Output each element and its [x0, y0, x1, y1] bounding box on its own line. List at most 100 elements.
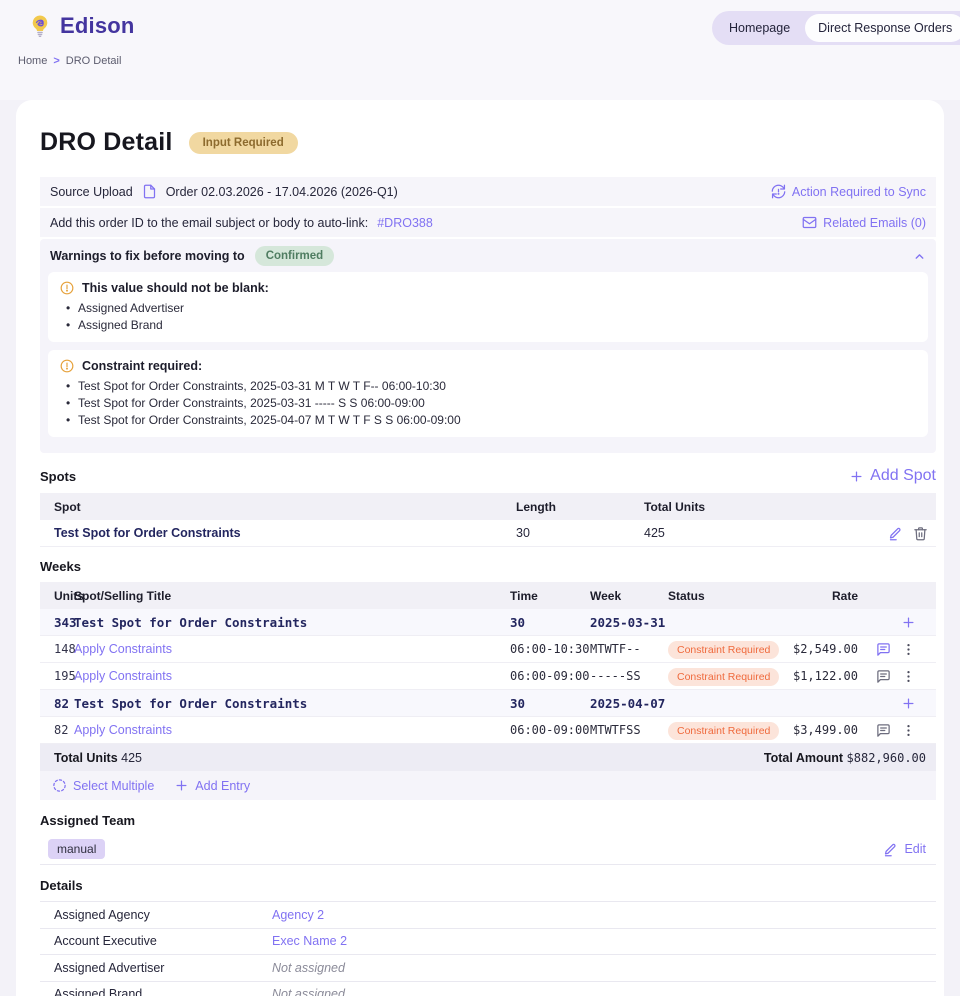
breadcrumb-home[interactable]: Home — [18, 55, 47, 67]
detail-label: Account Executive — [40, 934, 272, 948]
entry-rate: $1,122.00 — [786, 669, 858, 683]
warnings-panel: Warnings to fix before moving to Confirm… — [40, 239, 936, 453]
weeks-totals-row: Total Units 425 Total Amount $882,960.00 — [40, 744, 936, 771]
warning-title: Constraint required: — [82, 359, 202, 373]
kebab-menu-icon[interactable] — [901, 642, 916, 657]
col-spot: Spot — [40, 500, 516, 514]
kebab-menu-icon[interactable] — [901, 723, 916, 738]
apply-constraints-link[interactable]: Apply Constraints — [74, 642, 510, 656]
spot-length: 30 — [516, 526, 644, 540]
detail-row: Assigned Brand Not assigned — [40, 982, 936, 996]
col-week: Week — [590, 589, 668, 603]
dashed-circle-icon — [52, 778, 67, 793]
warning-item: Assigned Brand — [60, 317, 916, 334]
apply-constraints-link[interactable]: Apply Constraints — [74, 669, 510, 683]
warning-circle-icon — [60, 359, 74, 373]
weeks-table: Units Spot/Selling Title Time Week Statu… — [40, 582, 936, 800]
total-amount-value: $882,960.00 — [847, 751, 926, 765]
spot-total-units: 425 — [644, 526, 872, 540]
warnings-header-text: Warnings to fix before moving to — [50, 249, 245, 263]
comment-icon[interactable] — [876, 723, 891, 738]
kebab-menu-icon[interactable] — [901, 669, 916, 684]
sync-alert-icon — [771, 184, 786, 199]
comment-icon[interactable] — [876, 669, 891, 684]
total-amount-label: Total Amount — [764, 751, 843, 765]
detail-row: Assigned Agency Agency 2 — [40, 902, 936, 929]
apply-constraints-link[interactable]: Apply Constraints — [74, 723, 510, 737]
week-entry-row: 82 Apply Constraints 06:00-09:00 MTWTFSS… — [40, 717, 936, 744]
entry-time: 06:00-09:00 — [510, 669, 590, 683]
assigned-team-row: manual Edit — [40, 834, 936, 865]
col-total-units: Total Units — [644, 500, 872, 514]
col-time: Time — [510, 589, 590, 603]
main-nav: Homepage Direct Response Orders Re — [712, 11, 960, 45]
trash-icon[interactable] — [913, 526, 928, 541]
brand: Edison — [28, 13, 135, 39]
warning-title: This value should not be blank: — [82, 281, 269, 295]
auto-link-row: Add this order ID to the email subject o… — [40, 208, 936, 237]
weeks-table-header: Units Spot/Selling Title Time Week Statu… — [40, 582, 936, 609]
select-multiple-button[interactable]: Select Multiple — [52, 778, 154, 793]
col-status: Status — [668, 589, 786, 603]
assigned-team-section-title: Assigned Team — [40, 813, 135, 828]
spot-name-link[interactable]: Test Spot for Order Constraints — [40, 526, 516, 540]
col-length: Length — [516, 500, 644, 514]
week-group-row: 82 Test Spot for Order Constraints 30 20… — [40, 690, 936, 717]
constraint-required-badge: Constraint Required — [668, 668, 779, 686]
add-spot-button[interactable]: Add Spot — [849, 467, 936, 485]
add-entry-button[interactable]: Add Entry — [174, 778, 250, 793]
group-time: 30 — [510, 696, 590, 711]
group-week: 2025-04-07 — [590, 696, 668, 711]
entry-rate: $2,549.00 — [786, 642, 858, 656]
detail-value-link[interactable]: Exec Name 2 — [272, 934, 347, 948]
breadcrumb-current: DRO Detail — [66, 55, 122, 67]
spots-table: Spot Length Total Units Test Spot for Or… — [40, 493, 936, 547]
plus-icon — [849, 469, 864, 484]
detail-value-link[interactable]: Agency 2 — [272, 908, 324, 922]
detail-value-empty: Not assigned — [272, 961, 345, 975]
details-section-title: Details — [40, 878, 83, 893]
total-units-label: Total Units — [54, 751, 118, 765]
comment-icon[interactable] — [876, 642, 891, 657]
spot-row: Test Spot for Order Constraints 30 425 — [40, 520, 936, 547]
detail-row: Assigned Advertiser Not assigned — [40, 955, 936, 982]
app-title: Edison — [60, 13, 135, 39]
details-table: Assigned Agency Agency 2 Account Executi… — [40, 901, 936, 996]
entry-rate: $3,499.00 — [786, 723, 858, 737]
weeks-footer: Select Multiple Add Entry — [40, 771, 936, 800]
group-spot-title: Test Spot for Order Constraints — [74, 696, 510, 711]
pencil-icon[interactable] — [888, 526, 903, 541]
group-units: 343 — [40, 615, 74, 630]
source-upload-value[interactable]: Order 02.03.2026 - 17.04.2026 (2026-Q1) — [166, 185, 398, 199]
nav-direct-response-orders[interactable]: Direct Response Orders — [805, 14, 960, 42]
warning-item: Test Spot for Order Constraints, 2025-03… — [60, 378, 916, 395]
order-id-link[interactable]: #DRO388 — [377, 216, 433, 230]
detail-value-empty: Not assigned — [272, 987, 345, 996]
action-required-to-sync-button[interactable]: Action Required to Sync — [771, 184, 926, 199]
warning-group-blank-values: This value should not be blank: Assigned… — [48, 272, 928, 342]
entry-week-days: -----SS — [590, 669, 668, 683]
auto-link-text: Add this order ID to the email subject o… — [50, 216, 368, 230]
chevron-up-icon[interactable] — [913, 250, 926, 263]
file-icon — [142, 184, 157, 199]
confirmed-badge: Confirmed — [255, 246, 335, 266]
col-units: Units — [40, 589, 74, 603]
entry-units: 195 — [40, 669, 74, 683]
related-emails-button[interactable]: Related Emails (0) — [802, 215, 926, 230]
breadcrumb: Home > DRO Detail — [18, 55, 121, 67]
plus-icon[interactable] — [901, 696, 916, 711]
group-spot-title: Test Spot for Order Constraints — [74, 615, 510, 630]
nav-homepage[interactable]: Homepage — [716, 14, 803, 42]
detail-label: Assigned Agency — [40, 908, 272, 922]
total-units-value: 425 — [121, 751, 142, 765]
spots-table-header: Spot Length Total Units — [40, 493, 936, 520]
plus-icon[interactable] — [901, 615, 916, 630]
plus-icon — [174, 778, 189, 793]
page-title: DRO Detail — [40, 128, 173, 157]
entry-week-days: MTWTF-- — [590, 642, 668, 656]
warning-item: Assigned Advertiser — [60, 300, 916, 317]
detail-row: Account Executive Exec Name 2 — [40, 929, 936, 956]
edit-team-button[interactable]: Edit — [883, 842, 926, 857]
warning-item: Test Spot for Order Constraints, 2025-04… — [60, 412, 916, 429]
constraint-required-badge: Constraint Required — [668, 641, 779, 659]
